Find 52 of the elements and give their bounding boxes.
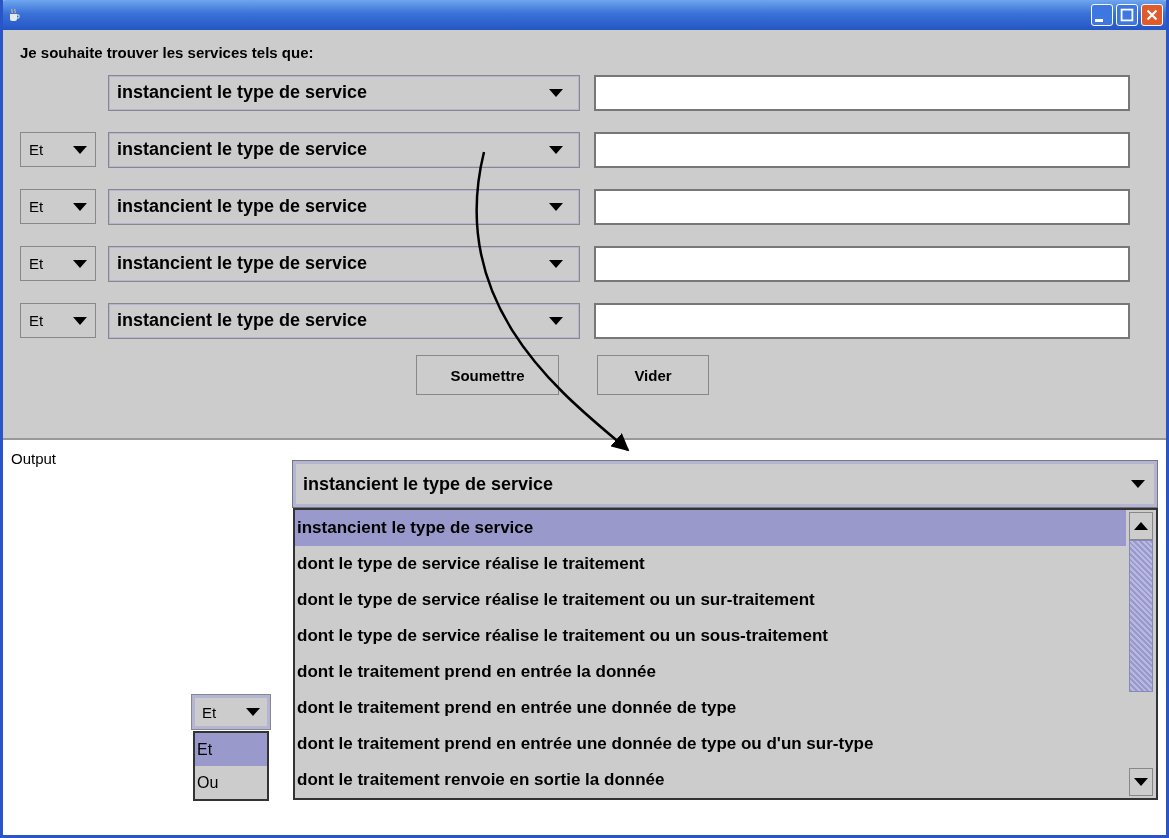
dropdown-option[interactable]: Et <box>195 733 267 766</box>
caret-icon <box>73 316 87 325</box>
caret-icon <box>73 259 87 268</box>
minimize-icon <box>1095 18 1103 22</box>
dropdown-option[interactable]: dont le type de service réalise le traitement ou un sur-traitement <box>295 582 1126 618</box>
caret-icon <box>1134 778 1148 786</box>
output-label: Output <box>11 450 57 467</box>
query-heading: Je souhaite trouver les services tels que: <box>20 44 315 61</box>
scroll-up-button[interactable] <box>1129 512 1153 540</box>
connector-dropdown[interactable]: Et <box>191 694 271 730</box>
action-button[interactable]: Soumettre <box>416 355 559 395</box>
dropdown-option[interactable]: dont le traitement renvoie en sortie la donnée <box>295 762 1126 798</box>
maximize-button[interactable] <box>1116 4 1138 26</box>
maximize-icon <box>1118 6 1136 24</box>
up-caret-icon <box>1134 522 1148 530</box>
connector-dropdown[interactable]: Et <box>20 132 96 167</box>
scroll-thumb[interactable] <box>1129 540 1153 692</box>
caret-icon <box>549 316 563 325</box>
caret-icon <box>73 145 87 154</box>
caret-icon <box>1131 480 1145 488</box>
criterion-dropdown[interactable]: instancient le type de service <box>108 245 580 282</box>
caret-icon <box>549 145 563 154</box>
minimize-button[interactable] <box>1091 4 1113 26</box>
scroll-down-button[interactable] <box>1129 768 1153 796</box>
connector-dropdown[interactable]: Et <box>20 246 96 281</box>
dropdown-option[interactable]: instancient le type de service <box>295 510 1126 546</box>
value-field[interactable] <box>594 131 1130 168</box>
value-field[interactable] <box>594 188 1130 225</box>
close-button[interactable] <box>1141 4 1163 26</box>
dropdown-option[interactable]: dont le type de service réalise le traitement <box>295 546 1126 582</box>
connector-dropdown[interactable]: Et <box>20 303 96 338</box>
caret-icon <box>246 708 260 716</box>
dropdown-option[interactable]: Ou <box>195 766 267 799</box>
caret-icon <box>73 202 87 211</box>
caret-icon <box>549 88 563 97</box>
value-field[interactable] <box>594 302 1130 339</box>
caret-icon <box>549 202 563 211</box>
dropdown-option[interactable]: dont le traitement prend en entrée la donnée <box>295 654 1126 690</box>
value-field[interactable] <box>594 245 1130 282</box>
dropdown-option[interactable]: dont le traitement prend en entrée une donnée de type ou d'un sur-type <box>295 726 1126 762</box>
criterion-dropdown[interactable]: instancient le type de service <box>108 131 580 168</box>
criterion-dropdown[interactable]: instancient le type de service <box>108 302 580 339</box>
dropdown-option[interactable]: dont le traitement prend en entrée une donnée de type <box>295 690 1126 726</box>
scrollbar[interactable] <box>1126 510 1156 798</box>
criterion-dropdown[interactable]: instancient le type de service <box>108 74 580 111</box>
caret-icon <box>549 259 563 268</box>
criterion-dropdown[interactable]: instancient le type de service <box>108 188 580 225</box>
action-button[interactable]: Vider <box>597 355 709 395</box>
connector-dropdown[interactable]: Et <box>20 189 96 224</box>
criterion-dropdown[interactable]: instancient le type de service <box>292 460 1158 508</box>
dropdown-option[interactable]: dont le type de service réalise le traitement ou un sous-traitement <box>295 618 1126 654</box>
value-field[interactable] <box>594 74 1130 111</box>
